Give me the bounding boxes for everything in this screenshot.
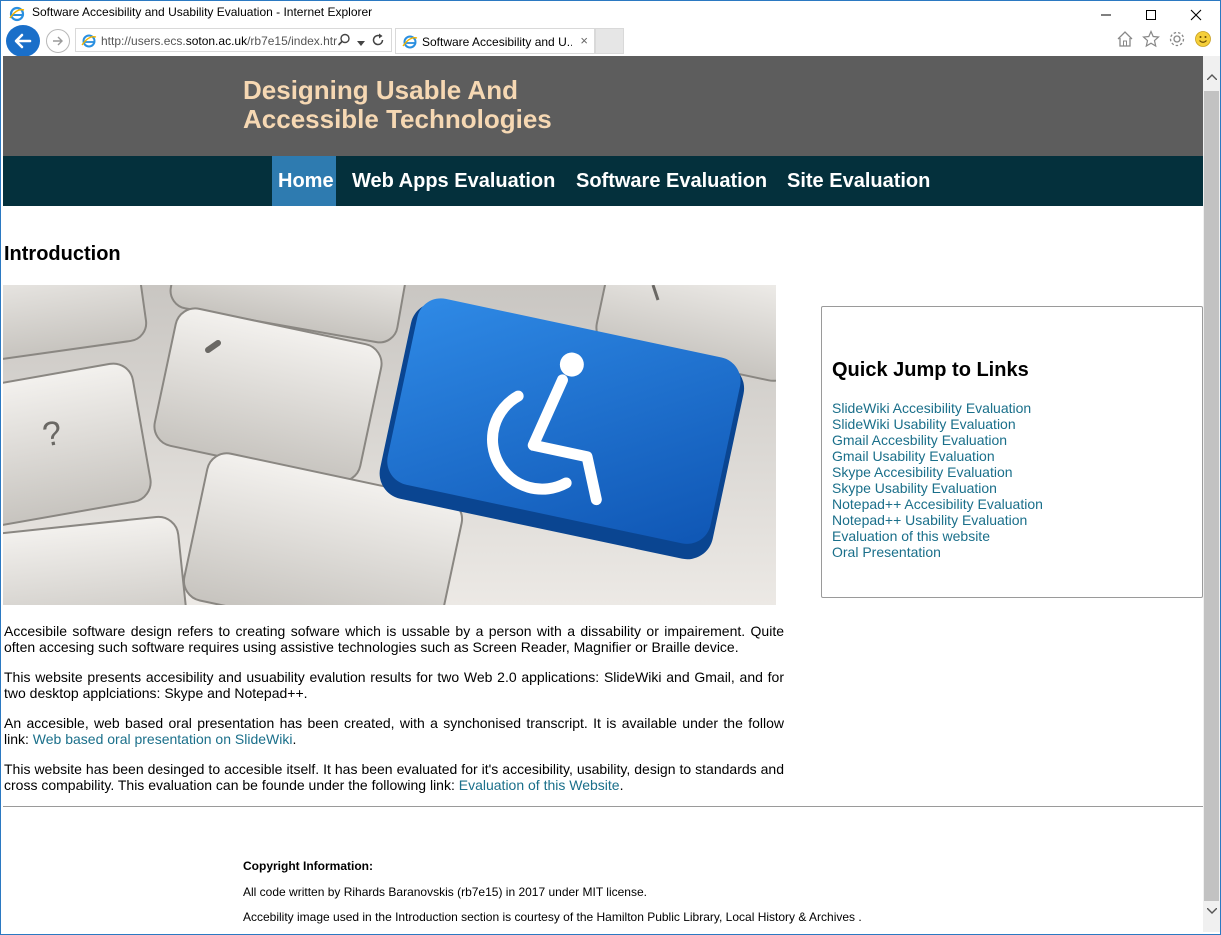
quick-link-notepad-accessibility[interactable]: Notepad++ Accesibility Evaluation	[832, 496, 1043, 512]
list-item: SlideWiki Usability Evaluation	[832, 416, 1043, 432]
introduction-heading: Introduction	[4, 243, 121, 265]
copyright-heading: Copyright Information:	[243, 859, 373, 873]
quick-link-slidewiki-accessibility[interactable]: SlideWiki Accesibility Evaluation	[832, 400, 1031, 416]
page-viewport: Designing Usable And Accessible Technolo…	[3, 56, 1203, 932]
nav-home[interactable]: Home	[272, 156, 336, 206]
nav-web-apps-evaluation[interactable]: Web Apps Evaluation	[346, 156, 561, 206]
dropdown-arrow-icon[interactable]	[357, 34, 365, 52]
list-item: Skype Usability Evaluation	[832, 480, 1043, 496]
browser-window: Software Accesibility and Usability Eval…	[0, 0, 1221, 935]
tab-label: Software Accesibility and U...	[422, 35, 572, 49]
copyright-line-2: Accebility image used in the Introductio…	[243, 910, 862, 924]
list-item: Evaluation of this website	[832, 528, 1043, 544]
tab-favicon-icon	[402, 34, 418, 50]
nav-site-evaluation[interactable]: Site Evaluation	[781, 156, 936, 206]
feedback-smiley-icon[interactable]	[1194, 30, 1212, 48]
browser-toolbar: http://users.ecs.soton.ac.uk/rb7e15/inde…	[1, 25, 1220, 57]
scroll-up-icon[interactable]	[1203, 68, 1220, 85]
browser-tab[interactable]: Software Accesibility and U... ×	[395, 28, 595, 54]
site-evaluation-link[interactable]: Evaluation of this Website	[459, 777, 620, 793]
copyright-line-1: All code written by Rihards Baranovskis …	[243, 885, 647, 899]
list-item: Gmail Accesbility Evaluation	[832, 432, 1043, 448]
settings-gear-icon[interactable]	[1168, 30, 1186, 48]
nav-software-evaluation[interactable]: Software Evaluation	[570, 156, 773, 206]
oral-presentation-link[interactable]: Web based oral presentation on SlideWiki	[33, 731, 293, 747]
accessibility-keyboard-image: ?	[3, 285, 776, 605]
home-icon[interactable]	[1116, 30, 1134, 48]
url-text: http://users.ecs.soton.ac.uk/rb7e15/inde…	[101, 34, 337, 48]
list-item: SlideWiki Accesibility Evaluation	[832, 400, 1043, 416]
list-item: Skype Accesibility Evaluation	[832, 464, 1043, 480]
window-title: Software Accesibility and Usability Eval…	[32, 5, 373, 19]
intro-paragraph-4: This website has been desinged to accesi…	[4, 761, 784, 793]
new-tab-button[interactable]	[595, 28, 624, 54]
quick-link-oral-presentation[interactable]: Oral Presentation	[832, 544, 941, 560]
quick-link-gmail-usability[interactable]: Gmail Usability Evaluation	[832, 448, 995, 464]
vertical-scrollbar[interactable]	[1203, 56, 1220, 932]
quick-link-skype-usability[interactable]: Skype Usability Evaluation	[832, 480, 997, 496]
footer-divider	[3, 806, 1203, 807]
intro-paragraph-3: An accesible, web based oral presentatio…	[4, 715, 784, 747]
list-item: Notepad++ Accesibility Evaluation	[832, 496, 1043, 512]
site-title: Designing Usable And Accessible Technolo…	[243, 75, 552, 134]
quick-link-gmail-accessibility[interactable]: Gmail Accesbility Evaluation	[832, 432, 1007, 448]
intro-paragraph-1: Accesibile software design refers to cre…	[4, 623, 784, 655]
list-item: Oral Presentation	[832, 544, 1043, 560]
scrollbar-thumb[interactable]	[1204, 91, 1219, 901]
address-bar[interactable]: http://users.ecs.soton.ac.uk/rb7e15/inde…	[75, 28, 392, 52]
quick-link-website-evaluation[interactable]: Evaluation of this website	[832, 528, 990, 544]
tab-close-icon[interactable]: ×	[580, 33, 588, 48]
quick-links-heading: Quick Jump to Links	[832, 359, 1029, 381]
intro-paragraph-2: This website presents accesibility and u…	[4, 669, 784, 701]
back-button[interactable]	[6, 25, 40, 57]
browser-command-icons	[1116, 30, 1212, 48]
search-icon[interactable]	[337, 33, 351, 52]
quick-links-list: SlideWiki Accesibility Evaluation SlideW…	[832, 400, 1043, 560]
refresh-icon[interactable]	[371, 33, 385, 52]
list-item: Notepad++ Usability Evaluation	[832, 512, 1043, 528]
favorites-star-icon[interactable]	[1142, 30, 1160, 48]
scroll-down-icon[interactable]	[1203, 902, 1220, 919]
quick-link-skype-accessibility[interactable]: Skype Accesibility Evaluation	[832, 464, 1013, 480]
quick-links-box: Quick Jump to Links SlideWiki Accesibili…	[821, 306, 1203, 598]
internet-explorer-icon	[9, 6, 25, 22]
list-item: Gmail Usability Evaluation	[832, 448, 1043, 464]
site-navigation: Home Web Apps Evaluation Software Evalua…	[3, 156, 1203, 206]
page-favicon-icon	[81, 33, 97, 49]
quick-link-slidewiki-usability[interactable]: SlideWiki Usability Evaluation	[832, 416, 1016, 432]
quick-link-notepad-usability[interactable]: Notepad++ Usability Evaluation	[832, 512, 1027, 528]
forward-button[interactable]	[46, 29, 70, 53]
site-header: Designing Usable And Accessible Technolo…	[3, 56, 1203, 156]
